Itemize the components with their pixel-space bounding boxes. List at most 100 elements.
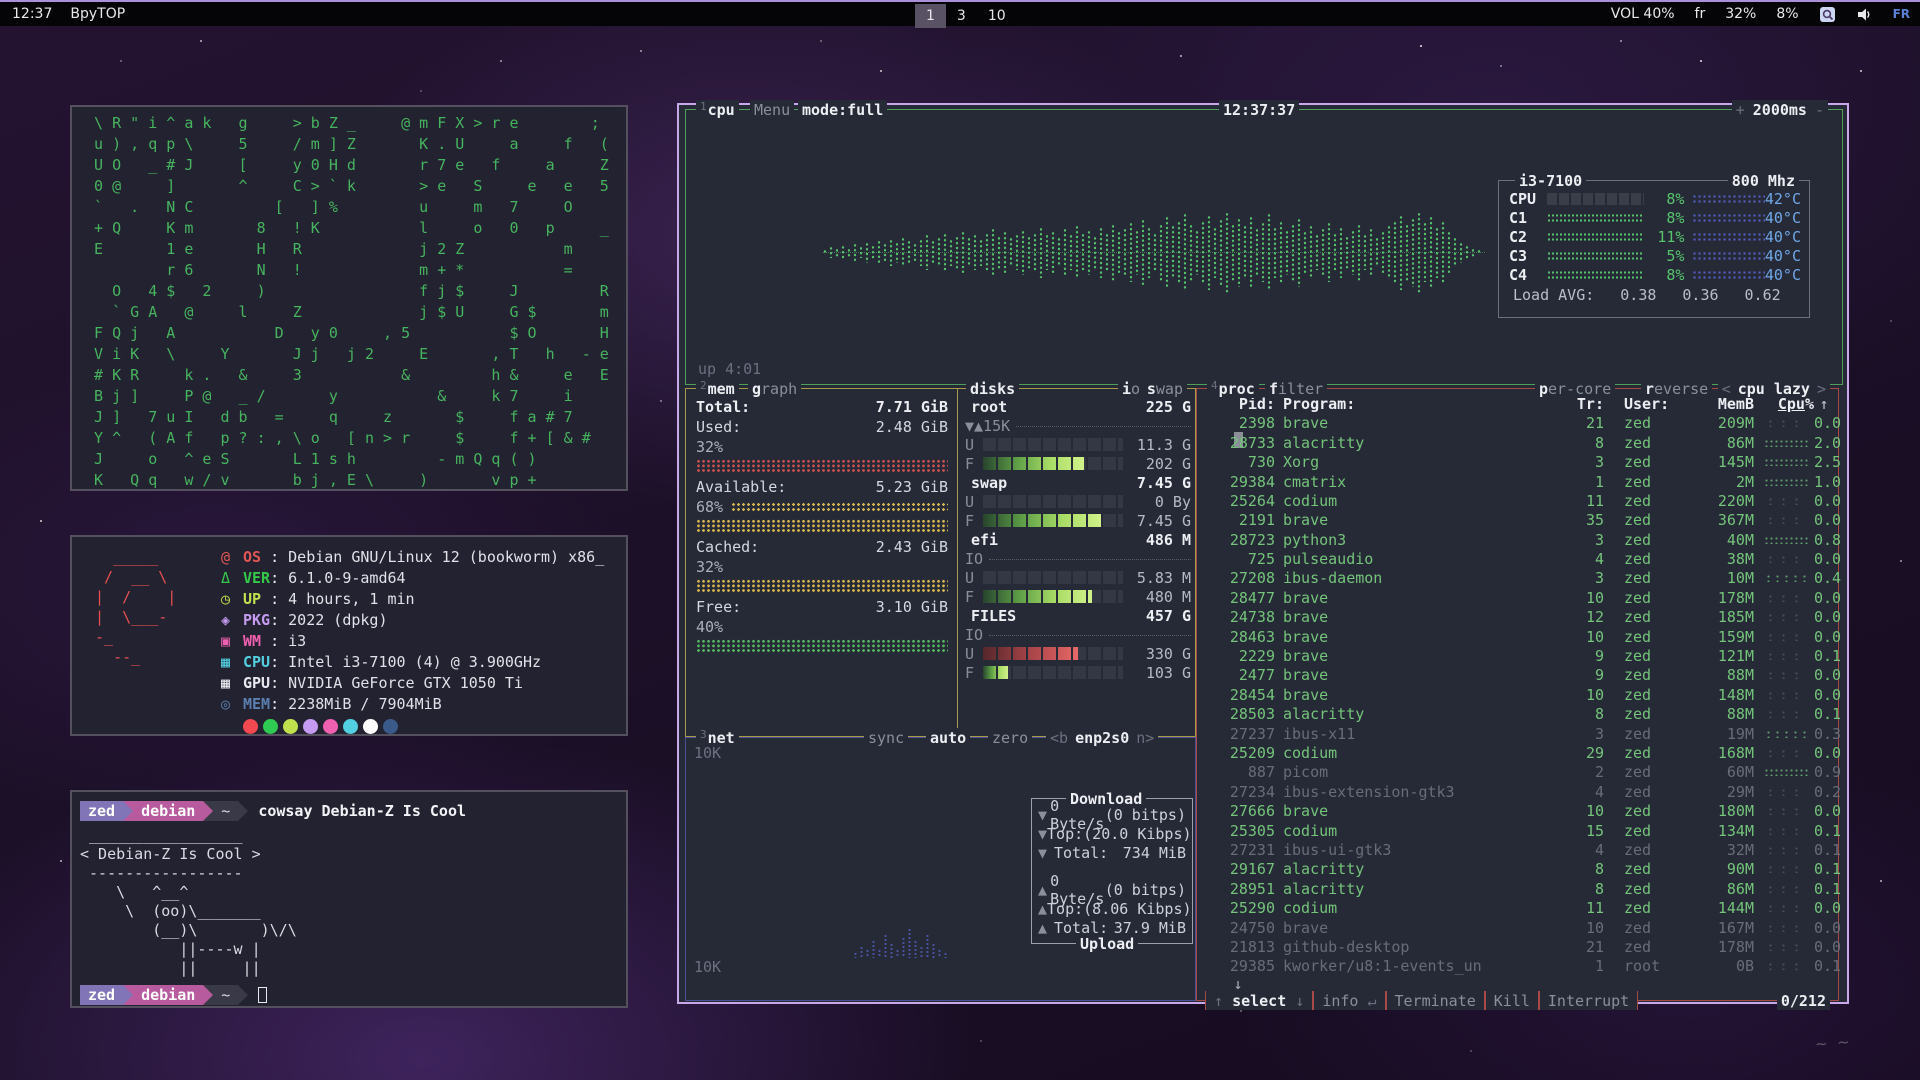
- process-row[interactable]: 2477brave9zed88M0.0: [1201, 666, 1834, 685]
- process-row[interactable]: 28477brave10zed178M0.0: [1201, 589, 1834, 608]
- interval-decrease-button[interactable]: -: [1815, 101, 1824, 119]
- process-row[interactable]: 24750brave10zed167M0.0: [1201, 918, 1834, 937]
- process-cpu-graph: [1764, 710, 1808, 718]
- zero-button[interactable]: zero: [988, 728, 1032, 747]
- process-name: github-desktop: [1283, 938, 1560, 956]
- disk-usage-meter: [983, 495, 1123, 508]
- process-user: zed: [1614, 841, 1690, 859]
- process-threads: 12: [1560, 608, 1604, 626]
- info-button[interactable]: info ↵: [1313, 991, 1385, 1010]
- process-row[interactable]: 28463brave10zed159M0.0: [1201, 627, 1834, 646]
- graph-toggle-button[interactable]: graph: [748, 379, 801, 398]
- workspace-button-3[interactable]: 3: [946, 4, 977, 28]
- process-row[interactable]: 2229brave9zed121M0.1: [1201, 647, 1834, 666]
- core-usage-meter: [1547, 251, 1644, 261]
- memory-panel: 2mem graph disks io swap Total:7.71 GiBU…: [685, 388, 1196, 737]
- process-name: cmatrix: [1283, 473, 1560, 491]
- process-row[interactable]: 24738brave12zed185M0.0: [1201, 608, 1834, 627]
- process-name: ibus-x11: [1283, 725, 1560, 743]
- interface-selector[interactable]: <b enp2s0 n>: [1046, 728, 1158, 747]
- mode-button[interactable]: mode:full: [798, 100, 887, 119]
- process-cpu-graph: [1764, 691, 1808, 699]
- color-dot: [283, 719, 298, 734]
- disk-name: root: [965, 398, 1007, 416]
- reverse-button[interactable]: reverse: [1641, 379, 1712, 398]
- process-row[interactable]: 28503alacritty8zed88M0.1: [1201, 705, 1834, 724]
- per-core-button[interactable]: per-core: [1535, 379, 1615, 398]
- mem-panel-title[interactable]: 2mem: [696, 379, 739, 398]
- select-control[interactable]: ↑ select ↓: [1205, 991, 1313, 1010]
- process-threads: 9: [1560, 666, 1604, 684]
- process-user: zed: [1614, 647, 1690, 665]
- language-indicator[interactable]: FR: [1893, 7, 1910, 21]
- i3bar: 12:37 BpyTOP 1310 VOL 40% fr 32% 8% FR: [0, 0, 1920, 26]
- process-row[interactable]: 25264codium11zed220M0.0: [1201, 492, 1834, 511]
- color-dot: [383, 719, 398, 734]
- process-row[interactable]: 25305codium15zed134M0.1: [1201, 821, 1834, 840]
- disk-meter-value: 330 G: [1129, 645, 1191, 663]
- interval-increase-button[interactable]: +: [1736, 101, 1745, 119]
- process-cpu-graph: [1764, 478, 1808, 486]
- process-row[interactable]: 2398brave21zed209M0.0: [1201, 414, 1834, 433]
- process-row[interactable]: 21813github-desktop21zed178M0.0: [1201, 938, 1834, 957]
- workspace-button-1[interactable]: 1: [915, 4, 946, 28]
- process-row[interactable]: 28454brave10zed148M0.0: [1201, 685, 1834, 704]
- process-row[interactable]: 27237ibus-x113zed19M0.3: [1201, 724, 1834, 743]
- meter-fill: [983, 590, 1092, 603]
- kill-button[interactable]: Kill: [1485, 991, 1539, 1010]
- process-row[interactable]: 27234ibus-extension-gtk34zed29M0.2: [1201, 782, 1834, 801]
- core-temperature: 40°C: [1765, 209, 1801, 227]
- swap-toggle-button[interactable]: swap: [1143, 379, 1187, 398]
- process-row[interactable]: 27208ibus-daemon3zed10M0.4: [1201, 569, 1834, 588]
- update-interval-control[interactable]: + 2000ms -: [1732, 100, 1828, 119]
- io-mode-button[interactable]: io: [1118, 379, 1144, 398]
- process-row[interactable]: 29384cmatrix1zed2M1.0: [1201, 472, 1834, 491]
- process-row[interactable]: 25290codium11zed144M0.0: [1201, 899, 1834, 918]
- process-name: brave: [1283, 686, 1560, 704]
- cpu-panel-title[interactable]: 1cpu: [696, 100, 739, 119]
- menu-button[interactable]: Menu: [750, 100, 794, 119]
- net-panel-title[interactable]: 3net: [696, 728, 739, 747]
- process-row[interactable]: 25209codium29zed168M0.0: [1201, 744, 1834, 763]
- cpu-core-info-box: i3-7100 800 Mhz CPU8%42°CC18%40°CC211%40…: [1498, 180, 1810, 318]
- sync-button[interactable]: sync: [864, 728, 908, 747]
- auto-button[interactable]: auto: [926, 728, 970, 747]
- process-row[interactable]: 730Xorg3zed145M2.5: [1201, 453, 1834, 472]
- workspace-button-10[interactable]: 10: [977, 4, 1017, 28]
- net-graph-column: [890, 943, 893, 958]
- sort-selector[interactable]: < cpu lazy >: [1718, 379, 1830, 398]
- process-user: zed: [1614, 686, 1690, 704]
- shell-prompt-line[interactable]: zed debian ~: [80, 984, 618, 1006]
- shell-prompt-line: zed debian ~ cowsay Debian-Z Is Cool: [80, 800, 618, 822]
- filter-button[interactable]: filter: [1265, 379, 1327, 398]
- process-row[interactable]: 27666brave10zed180M0.0: [1201, 802, 1834, 821]
- core-temp-meter: [1692, 213, 1764, 222]
- process-row[interactable]: 29167alacritty8zed90M0.1: [1201, 860, 1834, 879]
- mem-stat-label: Used:: [696, 418, 741, 436]
- proc-panel-title[interactable]: 4proc: [1207, 379, 1259, 398]
- interrupt-button[interactable]: Interrupt: [1539, 991, 1638, 1010]
- process-row[interactable]: 27231ibus-ui-gtk34zed32M0.1: [1201, 841, 1834, 860]
- star: [1890, 320, 1892, 322]
- process-name: alacritty: [1283, 434, 1560, 452]
- process-user: zed: [1614, 531, 1690, 549]
- process-row[interactable]: 28951alacritty8zed86M0.1: [1201, 879, 1834, 898]
- info-separator: :: [270, 632, 288, 650]
- process-row[interactable]: 887picom2zed60M0.9: [1201, 763, 1834, 782]
- process-row[interactable]: 29385kworker/u8:1-events_un1root0B0.1↓: [1201, 957, 1834, 976]
- process-user: zed: [1614, 569, 1690, 587]
- core-temp-meter: [1692, 232, 1764, 241]
- core-temp-meter: [1692, 270, 1764, 279]
- core-temperature: 40°C: [1765, 266, 1801, 284]
- process-row[interactable]: 2191brave35zed367M0.0: [1201, 511, 1834, 530]
- screenshot-tray-icon[interactable]: [1819, 6, 1836, 23]
- disk-meter-value: 202 G: [1129, 455, 1191, 473]
- process-row[interactable]: 28733alacritty8zed86M2.0: [1201, 433, 1834, 452]
- volume-tray-icon[interactable]: [1856, 6, 1873, 23]
- process-pid: 725: [1201, 550, 1275, 568]
- process-memory: 60M: [1690, 763, 1754, 781]
- process-cpu-graph: [1764, 652, 1808, 660]
- process-row[interactable]: 28723python33zed40M0.8: [1201, 530, 1834, 549]
- process-row[interactable]: 725pulseaudio4zed38M0.0: [1201, 550, 1834, 569]
- terminate-button[interactable]: Terminate: [1386, 991, 1485, 1010]
